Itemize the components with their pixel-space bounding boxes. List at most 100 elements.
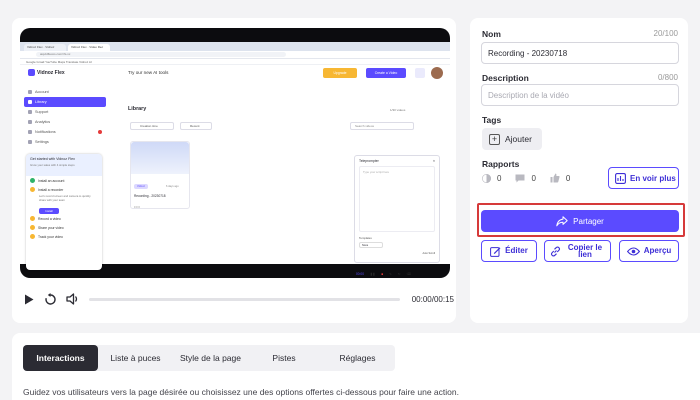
preview-label: Aperçu <box>643 246 672 256</box>
step-label: Share your video <box>38 225 64 230</box>
recorded-screen: Vidnoz Flex · Vidnoz Vidnoz Flex · Video… <box>20 42 450 276</box>
description-label: Description <box>482 73 529 83</box>
report-stats: 0 0 0 <box>482 173 576 183</box>
script-textarea: Type your script here <box>359 166 435 232</box>
close-icon: × <box>433 159 435 163</box>
tab-tracks[interactable]: Pistes <box>248 345 320 371</box>
video-details-panel: Nom 20/100 Description 0/800 Tags + Ajou… <box>470 18 688 323</box>
ai-tools-link: Try our new AI tools <box>128 70 169 75</box>
app-header: Vidnoz Flex Try our new AI tools Upgrade… <box>20 65 450 81</box>
volume-button[interactable] <box>66 292 80 306</box>
step-number-icon <box>30 234 35 239</box>
sidebar-item-analytics: Analytics <box>24 117 106 127</box>
library-title: Library <box>128 106 147 112</box>
sort-dropdown: Recent <box>180 122 212 130</box>
step-item: Share your video <box>26 223 102 232</box>
tab-bullet-list[interactable]: Liste à puces <box>98 345 173 371</box>
share-button[interactable]: Partager <box>481 210 679 232</box>
plus-icon: + <box>489 133 500 145</box>
sidebar-item-library: Library <box>24 97 106 107</box>
avatar <box>431 67 443 79</box>
report-icon <box>615 172 626 184</box>
copy-link-label: Copier le lien <box>567 242 603 259</box>
trash-icon: ⌫ <box>406 272 412 276</box>
sidebar-item-label: Analytics <box>35 120 51 124</box>
description-counter: 0/800 <box>657 73 678 82</box>
play-button[interactable] <box>22 292 36 306</box>
apps-icon <box>415 68 425 78</box>
volume-icon <box>66 293 78 305</box>
share-icon <box>556 215 568 226</box>
step-label: Record a video <box>38 216 61 221</box>
sidebar-item-settings: Settings <box>24 137 106 147</box>
address-bar: aiqvidflexos.com/rfs-vx <box>20 51 450 59</box>
video-meta: 0 0 0 <box>134 206 140 209</box>
tags-label: Tags <box>482 115 502 125</box>
edit-button[interactable]: Éditer <box>481 240 537 262</box>
step-item: Install an account <box>26 176 102 185</box>
sidebar-item-label: Settings <box>35 140 49 144</box>
step-item: Track your video <box>26 232 102 241</box>
name-field[interactable] <box>481 42 679 64</box>
browser-tab-strip: Vidnoz Flex · Vidnoz Vidnoz Flex · Video… <box>20 42 450 51</box>
name-counter: 20/100 <box>653 29 678 38</box>
preview-button[interactable]: Aperçu <box>619 240 679 262</box>
gear-icon <box>28 140 32 144</box>
replay-button[interactable] <box>44 292 58 306</box>
share-label: Partager <box>573 216 604 226</box>
edit-icon <box>490 246 501 257</box>
browser-tab: Vidnoz Flex · Vidnoz <box>24 44 66 51</box>
add-tag-button[interactable]: + Ajouter <box>482 128 542 150</box>
step-item: Install a recorder <box>26 185 102 194</box>
step-label: Install an account <box>38 178 65 183</box>
play-circle-icon <box>482 173 491 183</box>
sidebar-item-support: Support <box>24 107 106 117</box>
sidebar-item-label: Support <box>35 110 49 114</box>
tab-settings[interactable]: Réglages <box>320 345 395 371</box>
teleprompter-header: Teleprompter × <box>355 156 439 166</box>
create-video-button: Create a Video <box>366 68 406 78</box>
upgrade-button: Upgrade <box>323 68 357 78</box>
teleprompter-title: Teleprompter <box>359 159 379 163</box>
reports-label: Rapports <box>482 159 520 169</box>
eye-icon <box>626 246 640 256</box>
pen-icon: ✎ <box>389 272 392 276</box>
tab-page-style[interactable]: Style de la page <box>173 345 248 371</box>
recording-toolbar: 00:00 ❚❚ ■ ✎ ↻ ⌫ <box>356 270 436 278</box>
interactions-description: Guidez vos utilisateurs vers la page dés… <box>23 387 459 397</box>
comments-count: 0 <box>531 173 536 183</box>
copy-link-button[interactable]: Copier le lien <box>544 240 611 262</box>
step-item: Record a video <box>26 214 102 223</box>
browser-tab: Vidnoz Flex · Video Rec <box>68 44 110 51</box>
see-more-label: En voir plus <box>630 173 676 183</box>
logo-icon <box>28 69 35 76</box>
templates-select: None <box>359 242 383 248</box>
sidebar-item-label: Notifications <box>35 130 56 134</box>
settings-card: Interactions Liste à puces Style de la p… <box>12 333 700 400</box>
teleprompter-panel: Teleprompter × Type your script here Temp… <box>354 155 440 263</box>
tab-bar: Interactions Liste à puces Style de la p… <box>23 345 395 371</box>
video-player[interactable]: Vidnoz Flex · Vidnoz Vidnoz Flex · Video… <box>20 28 450 278</box>
progress-bar[interactable] <box>89 297 400 301</box>
likes-stat: 0 <box>550 173 570 183</box>
video-card: Vidnoz Flex · Vidnoz Vidnoz Flex · Video… <box>12 18 456 323</box>
play-icon <box>24 294 34 304</box>
sidebar-item-account: Account <box>24 87 106 97</box>
auto-scroll-label: Auto Scroll <box>422 252 435 255</box>
getting-started-subtitle: Grow your sales with 4 simple steps <box>30 163 75 167</box>
thumbs-up-icon <box>550 173 560 183</box>
thumbnail-image <box>131 142 189 174</box>
recording-timer: 00:00 <box>356 272 364 276</box>
video-badge: Vidnoz <box>134 184 148 189</box>
restart-icon: ↻ <box>397 272 401 276</box>
see-more-button[interactable]: En voir plus <box>608 167 679 189</box>
step-number-icon <box>30 225 35 230</box>
getting-started-title: Get started with Vidnoz Flex <box>30 157 75 161</box>
tab-interactions[interactable]: Interactions <box>23 345 98 371</box>
notification-badge <box>98 130 102 134</box>
comments-stat: 0 <box>515 173 536 183</box>
description-field[interactable] <box>481 84 679 106</box>
library-search: Search videos <box>350 122 414 130</box>
add-tag-label: Ajouter <box>505 134 532 144</box>
time-display: 00:00/00:15 <box>411 294 454 304</box>
